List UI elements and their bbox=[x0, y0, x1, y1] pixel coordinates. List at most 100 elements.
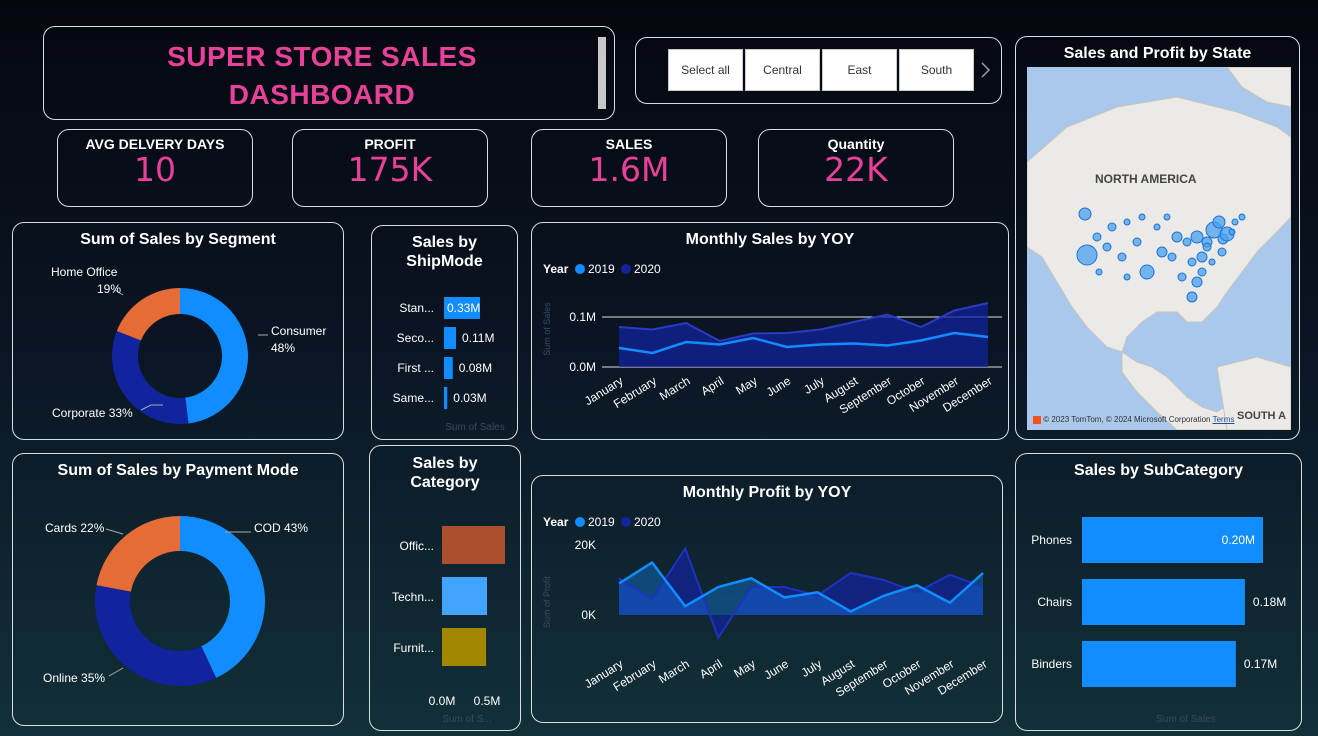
kpi-value: 1.6M bbox=[588, 150, 670, 189]
dashboard-title-line2: DASHBOARD bbox=[228, 79, 416, 110]
legend-2020-marker bbox=[621, 264, 631, 274]
map-bubble bbox=[1076, 244, 1098, 266]
dashboard-title-line1: SUPER STORE SALES bbox=[167, 41, 477, 72]
legend-2020-label: 2020 bbox=[634, 515, 661, 529]
map-bubble bbox=[1153, 223, 1161, 231]
chevron-right-icon[interactable] bbox=[980, 60, 992, 80]
slicer-south[interactable]: South bbox=[899, 49, 974, 91]
shipmode-bar-value: 0.03M bbox=[453, 391, 486, 405]
map-bubble bbox=[1231, 218, 1239, 226]
map-title: Sales and Profit by State bbox=[1063, 45, 1252, 62]
shipmode-bar bbox=[444, 327, 456, 349]
donut-label: Corporate 33% bbox=[52, 406, 133, 420]
category-bar bbox=[442, 628, 487, 666]
legend-2020-marker bbox=[621, 517, 631, 527]
shipmode-bar-label: Stan... bbox=[399, 301, 434, 315]
subcategory-bar-label: Phones bbox=[1031, 533, 1072, 547]
map-bubble bbox=[1228, 228, 1236, 236]
shipmode-bar bbox=[444, 357, 453, 379]
map-bubble bbox=[1238, 213, 1246, 221]
map-bubble bbox=[1139, 264, 1155, 280]
donut-label: 48% bbox=[271, 341, 295, 355]
category-panel: Sales by Category Offic... Techn... Furnit… bbox=[369, 445, 521, 731]
map-south-label: SOUTH A bbox=[1237, 410, 1286, 422]
map-attribution: © 2023 TomTom, © 2024 Microsoft Corporat… bbox=[1033, 415, 1234, 424]
month-tick-label: April bbox=[698, 374, 726, 399]
map-bubble bbox=[1107, 222, 1117, 232]
month-tick-label: May bbox=[731, 657, 758, 681]
subcategory-bar-chart[interactable]: Phones 0.20M Chairs 0.18M Binders 0.17M Sum of… bbox=[1016, 454, 1301, 730]
month-tick-label: March bbox=[656, 657, 692, 687]
map-bubble bbox=[1186, 291, 1198, 303]
donut-leader-line bbox=[108, 667, 124, 677]
shipmode-bar bbox=[444, 387, 448, 409]
title-scrollbar[interactable] bbox=[598, 37, 606, 109]
category-bar-label: Offic... bbox=[400, 539, 434, 553]
donut-label: 19% bbox=[97, 282, 121, 296]
payment-donut-chart[interactable]: COD 43% Online 35% Cards 22% bbox=[13, 454, 343, 725]
month-tick-label: May bbox=[733, 374, 760, 398]
shipmode-bar-label: First ... bbox=[397, 361, 434, 375]
map-visual[interactable]: NORTH AMERICA SOUTH A © 2023 TomTom, © 2… bbox=[1027, 67, 1291, 430]
map-bubble bbox=[1163, 213, 1171, 221]
map-bubble bbox=[1092, 232, 1102, 242]
kpi-value: 22K bbox=[824, 150, 888, 189]
y-axis-label: Sum of Sales bbox=[542, 302, 552, 356]
donut-slice-home-office bbox=[116, 288, 180, 341]
y-tick-label: 0.1M bbox=[569, 310, 596, 324]
shipmode-bar-value: 0.08M bbox=[459, 361, 492, 375]
area-2020 bbox=[619, 303, 988, 367]
map-bubble bbox=[1196, 251, 1208, 263]
slicer-select-all[interactable]: Select all bbox=[668, 49, 743, 91]
y-tick-label: 0K bbox=[581, 608, 596, 622]
monthly-sales-panel: Monthly Sales by YOY Year 2019 2020 0.1M 0.0… bbox=[531, 222, 1009, 440]
monthly-profit-line-chart[interactable]: Year 2019 202020K0KSum of ProfitJanuaryFeb… bbox=[532, 476, 1002, 722]
monthly-sales-line-chart[interactable]: Year 2019 20200.1M0.0MSum of SalesJanuaryF… bbox=[532, 223, 1008, 439]
kpi-card-avg-delivery: AVG DELVERY DAYS 10 bbox=[57, 129, 253, 207]
donut-slice-online bbox=[95, 585, 217, 686]
shipmode-bar-value: 0.33M bbox=[447, 301, 480, 315]
donut-label: Home Office bbox=[51, 265, 118, 279]
map-terms-link[interactable]: Terms bbox=[1213, 415, 1235, 424]
donut-label: COD 43% bbox=[254, 521, 308, 535]
donut-slice-cards bbox=[96, 516, 180, 592]
legend-2020-label: 2020 bbox=[634, 262, 661, 276]
map-bubble bbox=[1156, 246, 1168, 258]
month-tick-label: March bbox=[657, 374, 693, 404]
y-axis-label: Sum of Profit bbox=[542, 575, 552, 628]
map-bubble bbox=[1123, 218, 1131, 226]
legend-year-label: Year bbox=[543, 515, 569, 529]
kpi-card-sales: SALES 1.6M bbox=[531, 129, 727, 207]
map-bubble bbox=[1182, 237, 1192, 247]
title-panel: SUPER STORE SALES DASHBOARD bbox=[43, 26, 615, 120]
shipmode-bar-label: Seco... bbox=[397, 331, 434, 345]
category-bar-chart[interactable]: Offic... Techn... Furnit... 0.0M 0.5M Sum of … bbox=[370, 446, 520, 730]
subcategory-bar-value: 0.17M bbox=[1244, 657, 1277, 671]
shipmode-bar-chart[interactable]: Stan... 0.33MSeco... 0.11MFirst ... 0.08MSa… bbox=[372, 226, 517, 439]
map-bubble bbox=[1212, 215, 1226, 229]
month-tick-label: April bbox=[697, 657, 725, 682]
map-bubble bbox=[1117, 252, 1127, 262]
slicer-central[interactable]: Central bbox=[745, 49, 820, 91]
map-bubble bbox=[1138, 213, 1146, 221]
donut-slice-consumer bbox=[180, 288, 249, 424]
slicer-east[interactable]: East bbox=[822, 49, 897, 91]
greenland-landmass bbox=[1226, 67, 1291, 108]
category-tick: 0.5M bbox=[474, 694, 501, 708]
legend-2019-marker bbox=[575, 264, 585, 274]
map-svg: NORTH AMERICA SOUTH A bbox=[1027, 67, 1291, 430]
donut-label: Online 35% bbox=[43, 671, 105, 685]
kpi-card-quantity: Quantity 22K bbox=[758, 129, 954, 207]
map-bubble bbox=[1191, 276, 1203, 288]
map-bubble bbox=[1208, 258, 1216, 266]
subcategory-bar-label: Binders bbox=[1031, 657, 1072, 671]
legend-year-label: Year bbox=[543, 262, 569, 276]
subcategory-panel: Sales by SubCategory Phones 0.20M Chairs 0.… bbox=[1015, 453, 1302, 731]
segment-panel: Sum of Sales by Segment Consumer 48% Corpo… bbox=[12, 222, 344, 440]
category-tick: 0.0M bbox=[429, 694, 456, 708]
legend-2019-label: 2019 bbox=[588, 515, 615, 529]
category-bar-label: Furnit... bbox=[393, 641, 434, 655]
map-bubble bbox=[1202, 242, 1212, 252]
bing-logo-icon bbox=[1033, 415, 1041, 424]
segment-donut-chart[interactable]: Consumer 48% Corporate 33% Home Office 19% bbox=[13, 223, 343, 439]
